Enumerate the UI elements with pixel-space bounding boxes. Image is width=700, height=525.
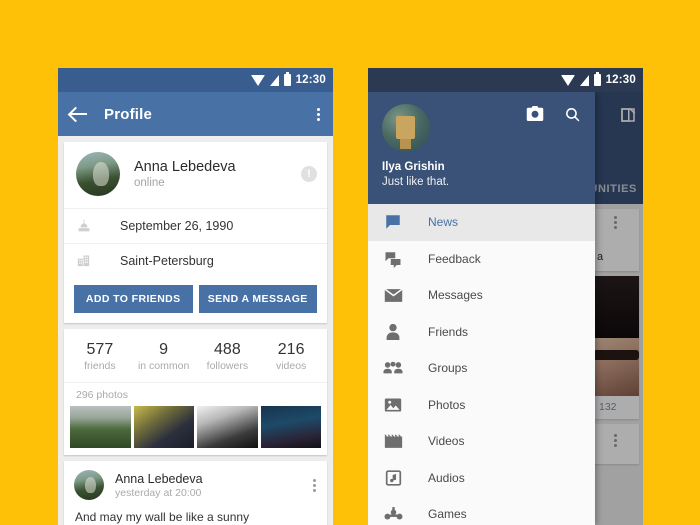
drawer-item-label: Videos (428, 434, 465, 449)
profile-birthday: September 26, 1990 (120, 219, 234, 233)
photo-thumbnail[interactable] (70, 406, 131, 448)
photo-thumbnail[interactable] (133, 406, 194, 448)
birthday-cake-icon (76, 218, 102, 234)
stat-in-common[interactable]: 9 in common (132, 341, 196, 372)
profile-header: Anna Lebedeva online ! (64, 142, 327, 208)
gamepad-icon (382, 506, 404, 522)
wifi-icon (560, 74, 575, 86)
app-bar: Profile (58, 92, 333, 136)
profile-card: Anna Lebedeva online ! September 26, 199… (64, 142, 327, 323)
photo-strip[interactable] (64, 406, 327, 455)
stat-label: in common (137, 360, 190, 372)
profile-identity: Anna Lebedeva online (134, 159, 301, 189)
drawer-item-label: Messages (428, 288, 483, 303)
drawer-item-groups[interactable]: Groups (368, 350, 595, 387)
photo-thumbnail[interactable] (260, 406, 321, 448)
music-note-icon (382, 469, 404, 487)
city-building-icon (76, 253, 102, 268)
stats-row: 577 friends 9 in common 488 followers 21… (64, 329, 327, 382)
drawer-item-label: Friends (428, 324, 469, 339)
wifi-icon (250, 74, 265, 86)
drawer-item-messages[interactable]: Messages (368, 277, 595, 314)
profile-status: online (134, 177, 165, 189)
avatar[interactable] (76, 152, 120, 196)
search-icon[interactable] (564, 106, 581, 123)
status-bar-left: 12:30 (58, 68, 333, 92)
stat-label: videos (275, 360, 307, 372)
stat-value: 216 (277, 341, 305, 358)
battery-icon (593, 72, 601, 86)
stat-value: 488 (214, 341, 241, 358)
back-arrow-icon[interactable] (70, 105, 88, 123)
post-timestamp: yesterday at 20:00 (115, 486, 202, 499)
photo-thumbnail[interactable] (197, 406, 258, 448)
post-meta: Anna Lebedeva yesterday at 20:00 (115, 472, 313, 499)
stats-card: 577 friends 9 in common 488 followers 21… (64, 329, 327, 455)
drawer-user-name: Ilya Grishin (382, 161, 445, 173)
drawer-item-videos[interactable]: Videos (368, 423, 595, 460)
stat-videos[interactable]: 216 videos (259, 341, 323, 372)
people-group-icon (382, 360, 404, 376)
image-icon (382, 397, 404, 413)
drawer-header-actions (526, 106, 581, 123)
add-to-friends-button[interactable]: ADD TO FRIENDS (74, 285, 193, 313)
drawer-header: Ilya Grishin Just like that. (368, 92, 595, 204)
comments-icon (382, 250, 404, 268)
battery-icon (283, 72, 291, 86)
post-header: Anna Lebedeva yesterday at 20:00 (64, 461, 327, 504)
signal-icon (579, 74, 589, 86)
chat-bubble-icon (382, 213, 404, 231)
status-bar-time: 12:30 (295, 74, 326, 86)
post-author: Anna Lebedeva (115, 471, 203, 486)
drawer-item-news[interactable]: News (368, 204, 595, 241)
info-badge-icon[interactable]: ! (301, 166, 317, 182)
profile-row-birthday: September 26, 1990 (64, 208, 327, 243)
avatar[interactable] (74, 470, 104, 500)
drawer-item-feedback[interactable]: Feedback (368, 241, 595, 278)
drawer-item-label: Audios (428, 470, 465, 485)
post-body: And may my wall be like a sunny summerti… (75, 510, 250, 524)
signal-icon (269, 74, 279, 86)
status-bar-time: 12:30 (605, 74, 636, 86)
overflow-menu-icon[interactable] (317, 107, 321, 121)
status-bar-right: 12:30 (368, 68, 643, 92)
drawer-item-label: Photos (428, 397, 466, 412)
profile-city: Saint-Petersburg (120, 253, 214, 268)
wall-post-card: Anna Lebedeva yesterday at 20:00 And may… (64, 461, 327, 525)
envelope-icon (382, 288, 404, 303)
stat-friends[interactable]: 577 friends (68, 341, 132, 372)
photos-count-label[interactable]: 296 photos (64, 382, 327, 406)
navigation-drawer: Ilya Grishin Just like that. News Feedba… (368, 92, 595, 525)
drawer-user-status: Just like that. (382, 176, 450, 188)
phone-right: 12:30 MUNITIES a 132 Ilya Grishin Just l… (368, 68, 643, 525)
stat-label: followers (206, 360, 249, 372)
page-title: Profile (104, 105, 153, 123)
overflow-menu-icon[interactable] (313, 478, 317, 492)
stat-label: friends (84, 360, 116, 372)
camera-icon[interactable] (526, 106, 544, 123)
drawer-item-games[interactable]: Games (368, 496, 595, 525)
phone-left: 12:30 Profile Anna Lebedeva online ! Sep… (58, 68, 333, 525)
avatar[interactable] (382, 104, 430, 152)
stat-value: 9 (159, 341, 169, 358)
profile-name: Anna Lebedeva (134, 159, 236, 175)
stat-value: 577 (86, 341, 114, 358)
profile-actions: ADD TO FRIENDS SEND A MESSAGE (64, 277, 327, 323)
drawer-item-audios[interactable]: Audios (368, 460, 595, 497)
drawer-item-label: Groups (428, 361, 468, 376)
profile-scroll-area[interactable]: Anna Lebedeva online ! September 26, 199… (58, 136, 333, 525)
person-icon (382, 323, 404, 341)
drawer-screen: MUNITIES a 132 Ilya Grishin Just like th… (368, 92, 643, 525)
send-a-message-button[interactable]: SEND A MESSAGE (198, 285, 317, 313)
film-clapper-icon (382, 433, 404, 449)
drawer-item-photos[interactable]: Photos (368, 387, 595, 424)
profile-row-city: Saint-Petersburg (64, 243, 327, 277)
drawer-item-friends[interactable]: Friends (368, 314, 595, 351)
drawer-item-label: Games (428, 507, 467, 522)
drawer-item-label: Feedback (428, 251, 481, 266)
drawer-item-label: News (428, 215, 459, 230)
stat-followers[interactable]: 488 followers (196, 341, 260, 372)
